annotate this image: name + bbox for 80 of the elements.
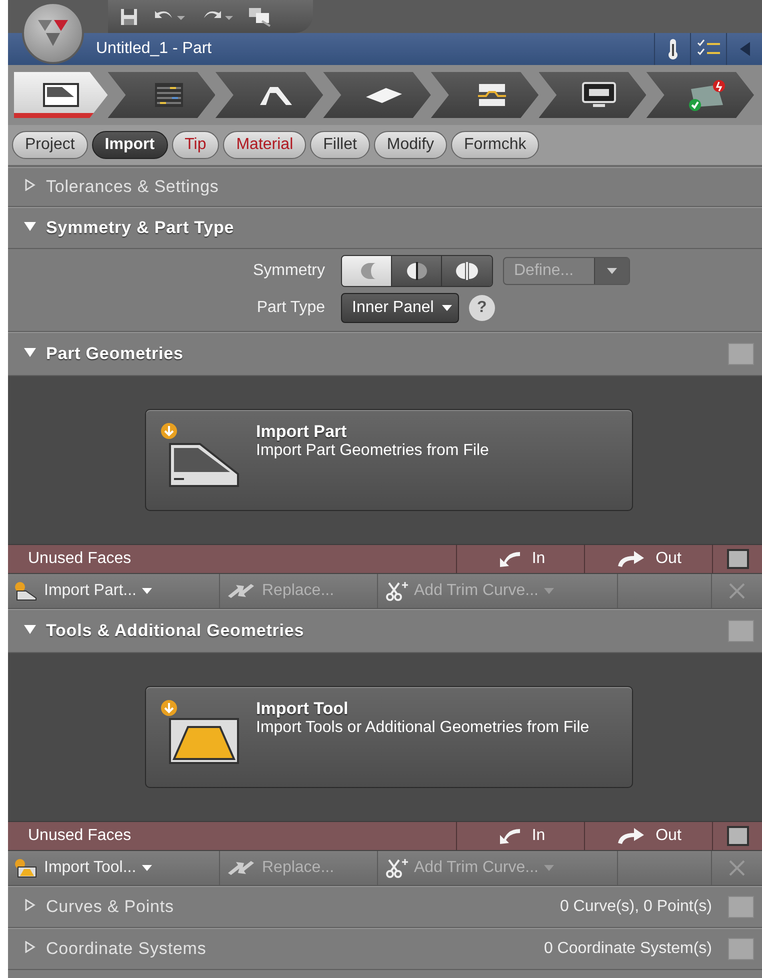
unused-faces-label: Unused Faces xyxy=(28,550,132,568)
table-icon xyxy=(154,82,184,108)
caret-icon xyxy=(544,588,554,594)
part-type-label: Part Type xyxy=(256,299,325,317)
section-title: Curves & Points xyxy=(46,897,175,917)
logo-icon xyxy=(36,18,70,48)
section-title: Coordinate Systems xyxy=(46,939,208,959)
help-button[interactable]: ? xyxy=(468,295,495,321)
tab[interactable]: Material xyxy=(223,131,306,159)
card-title: Import Tool xyxy=(256,699,350,719)
save-icon[interactable] xyxy=(120,8,138,26)
thermometer-icon xyxy=(666,38,678,60)
card-description: Import Tools or Additional Geometries from File xyxy=(256,719,590,737)
section-summary: 0 Coordinate System(s) xyxy=(544,940,712,958)
caret-icon xyxy=(142,865,152,871)
import-part-icon xyxy=(14,581,38,601)
section-title: Part Geometries xyxy=(46,344,184,364)
section-title: Tolerances & Settings xyxy=(46,177,220,197)
windows-icon[interactable] xyxy=(248,6,272,26)
caret-icon xyxy=(606,268,617,274)
section-header[interactable]: Curves & Points 0 Curve(s), 0 Point(s) xyxy=(8,886,762,928)
visibility-toggle[interactable] xyxy=(728,896,754,918)
symmetry-option[interactable] xyxy=(392,256,442,286)
door-panel-icon xyxy=(42,82,80,108)
monitor-icon xyxy=(581,81,618,109)
section-header[interactable]: Part Geometries xyxy=(8,332,762,376)
import-tool-icon xyxy=(14,858,38,878)
section-header[interactable]: Coordinate Systems 0 Coordinate System(s) xyxy=(8,928,762,970)
collapsed-arrow-icon[interactable] xyxy=(24,941,36,953)
section-summary: 0 Curve(s), 0 Point(s) xyxy=(560,898,712,916)
surface-check-icon xyxy=(687,79,728,111)
import-part-icon xyxy=(160,422,242,488)
tab[interactable]: Import xyxy=(92,131,168,159)
caret-icon xyxy=(142,588,152,594)
visibility-toggle[interactable] xyxy=(728,343,754,365)
import-card[interactable]: Import Part Import Part Geometries from File xyxy=(145,409,633,511)
close-icon xyxy=(728,859,746,877)
import-dropdown-button[interactable]: Import Part... xyxy=(8,574,220,608)
tab[interactable]: Tip xyxy=(172,131,220,159)
tab[interactable]: Project xyxy=(12,131,88,159)
import-tool-icon xyxy=(160,699,242,765)
expanded-arrow-icon[interactable] xyxy=(24,346,36,358)
part-type-dropdown[interactable]: Inner Panel xyxy=(341,293,459,323)
section-title: Symmetry & Part Type xyxy=(46,218,236,238)
caret-icon xyxy=(442,305,452,311)
visibility-toggle[interactable] xyxy=(728,938,754,960)
arrow-out-icon xyxy=(616,827,646,845)
card-title: Import Part xyxy=(256,422,348,442)
left-arrow-icon xyxy=(738,41,750,57)
swap-arrows-icon xyxy=(226,859,256,877)
import-card[interactable]: Import Tool Import Tools or Additional Geometries from File xyxy=(145,686,633,788)
unused-faces-label: Unused Faces xyxy=(28,827,132,845)
expanded-arrow-icon[interactable] xyxy=(24,220,36,232)
arrow-out-icon xyxy=(616,550,646,568)
import-dropdown-button[interactable]: Import Tool... xyxy=(8,851,220,885)
window-title: Untitled_1 - Part xyxy=(96,40,213,58)
symmetry-label: Symmetry xyxy=(252,262,325,280)
scissors-icon xyxy=(384,858,408,878)
tab[interactable]: Modify xyxy=(374,131,448,159)
section-header[interactable]: Symmetry & Part Type xyxy=(8,207,762,249)
section-header[interactable]: Tolerances & Settings xyxy=(8,167,762,207)
collapsed-arrow-icon[interactable] xyxy=(24,899,36,911)
flat-plate-icon xyxy=(364,85,404,105)
section-header[interactable]: Tools & Additional Geometries xyxy=(8,609,762,653)
symmetry-option[interactable] xyxy=(342,256,392,286)
swap-arrows-icon xyxy=(226,582,256,600)
mirrored-full-icon xyxy=(454,261,480,281)
section-title: Tools & Additional Geometries xyxy=(46,621,306,641)
scissors-icon xyxy=(384,581,408,601)
card-description: Import Part Geometries from File xyxy=(256,442,490,460)
tab[interactable]: Formchk xyxy=(451,131,540,159)
workflow-step[interactable] xyxy=(14,72,108,118)
expanded-arrow-icon[interactable] xyxy=(24,623,36,635)
close-icon xyxy=(728,582,746,600)
tab[interactable]: Fillet xyxy=(310,131,370,159)
visibility-toggle[interactable] xyxy=(728,620,754,642)
collapsed-arrow-icon[interactable] xyxy=(24,179,36,191)
press-tool-icon xyxy=(476,82,508,108)
caret-icon xyxy=(544,865,554,871)
symmetry-option[interactable] xyxy=(442,256,492,286)
